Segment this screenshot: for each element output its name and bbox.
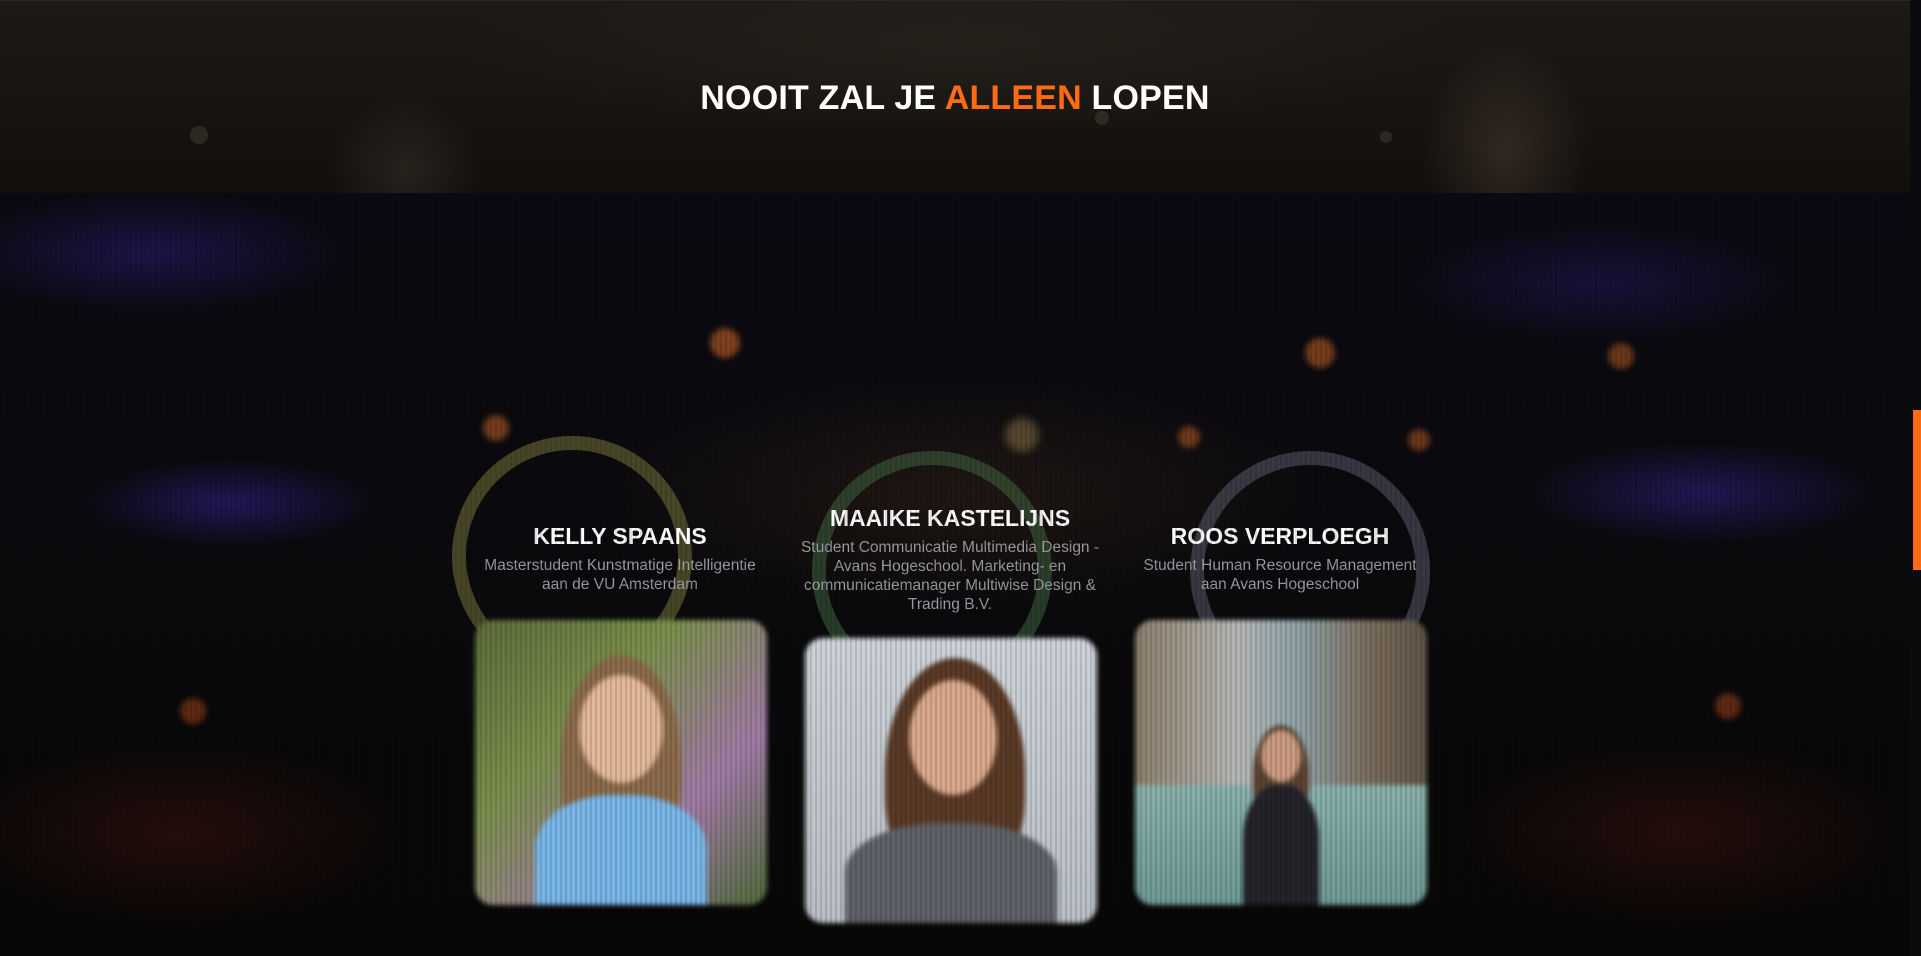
scroll-position-indicator[interactable] <box>1913 410 1921 570</box>
member-role: Student Communicatie Multimedia Design -… <box>800 539 1100 613</box>
bokeh-light <box>1005 418 1039 452</box>
bokeh-light <box>710 328 740 358</box>
member-photo <box>805 638 1097 923</box>
photo-body <box>845 823 1057 923</box>
bokeh-light <box>190 126 208 144</box>
hero-banner: NOOIT ZAL JE ALLEEN LOPEN <box>0 0 1910 193</box>
page: NOOIT ZAL JE ALLEEN LOPEN KELLY SPAANS M… <box>0 0 1921 956</box>
team-member-card: ROOS VERPLOEGH Student Human Resource Ma… <box>1130 523 1430 594</box>
bokeh-light <box>1715 693 1741 719</box>
bokeh-light <box>1380 131 1392 143</box>
bokeh-light <box>1608 343 1634 369</box>
member-role: Masterstudent Kunstmatige Intelligentie … <box>484 557 756 593</box>
member-name: KELLY SPAANS <box>533 523 707 549</box>
section-title: NOOIT ZAL JE ALLEEN LOPEN <box>0 79 1910 118</box>
team-member-card: MAAIKE KASTELIJNS Student Communicatie M… <box>800 505 1100 614</box>
bokeh-light <box>1178 426 1200 448</box>
title-accent: ALLEEN <box>944 79 1082 117</box>
member-role: Student Human Resource Management aan Av… <box>1143 557 1417 593</box>
bokeh-light <box>1305 338 1335 368</box>
photo-body <box>1243 785 1319 905</box>
member-name: ROOS VERPLOEGH <box>1170 523 1390 549</box>
photo-face <box>579 675 663 783</box>
team-section: KELLY SPAANS Masterstudent Kunstmatige I… <box>0 193 1910 956</box>
bokeh-light <box>1408 429 1430 451</box>
member-photo <box>475 620 767 905</box>
photo-face <box>1261 730 1301 782</box>
bokeh-light <box>180 698 206 724</box>
member-photo <box>1135 620 1427 905</box>
member-name: MAAIKE KASTELIJNS <box>829 505 1071 531</box>
photo-face <box>909 680 997 795</box>
team-member-card: KELLY SPAANS Masterstudent Kunstmatige I… <box>470 523 770 594</box>
title-part-2: LOPEN <box>1081 79 1210 117</box>
title-part-1: NOOIT ZAL JE <box>700 79 945 117</box>
photo-body <box>535 795 707 905</box>
bokeh-light <box>483 415 509 441</box>
